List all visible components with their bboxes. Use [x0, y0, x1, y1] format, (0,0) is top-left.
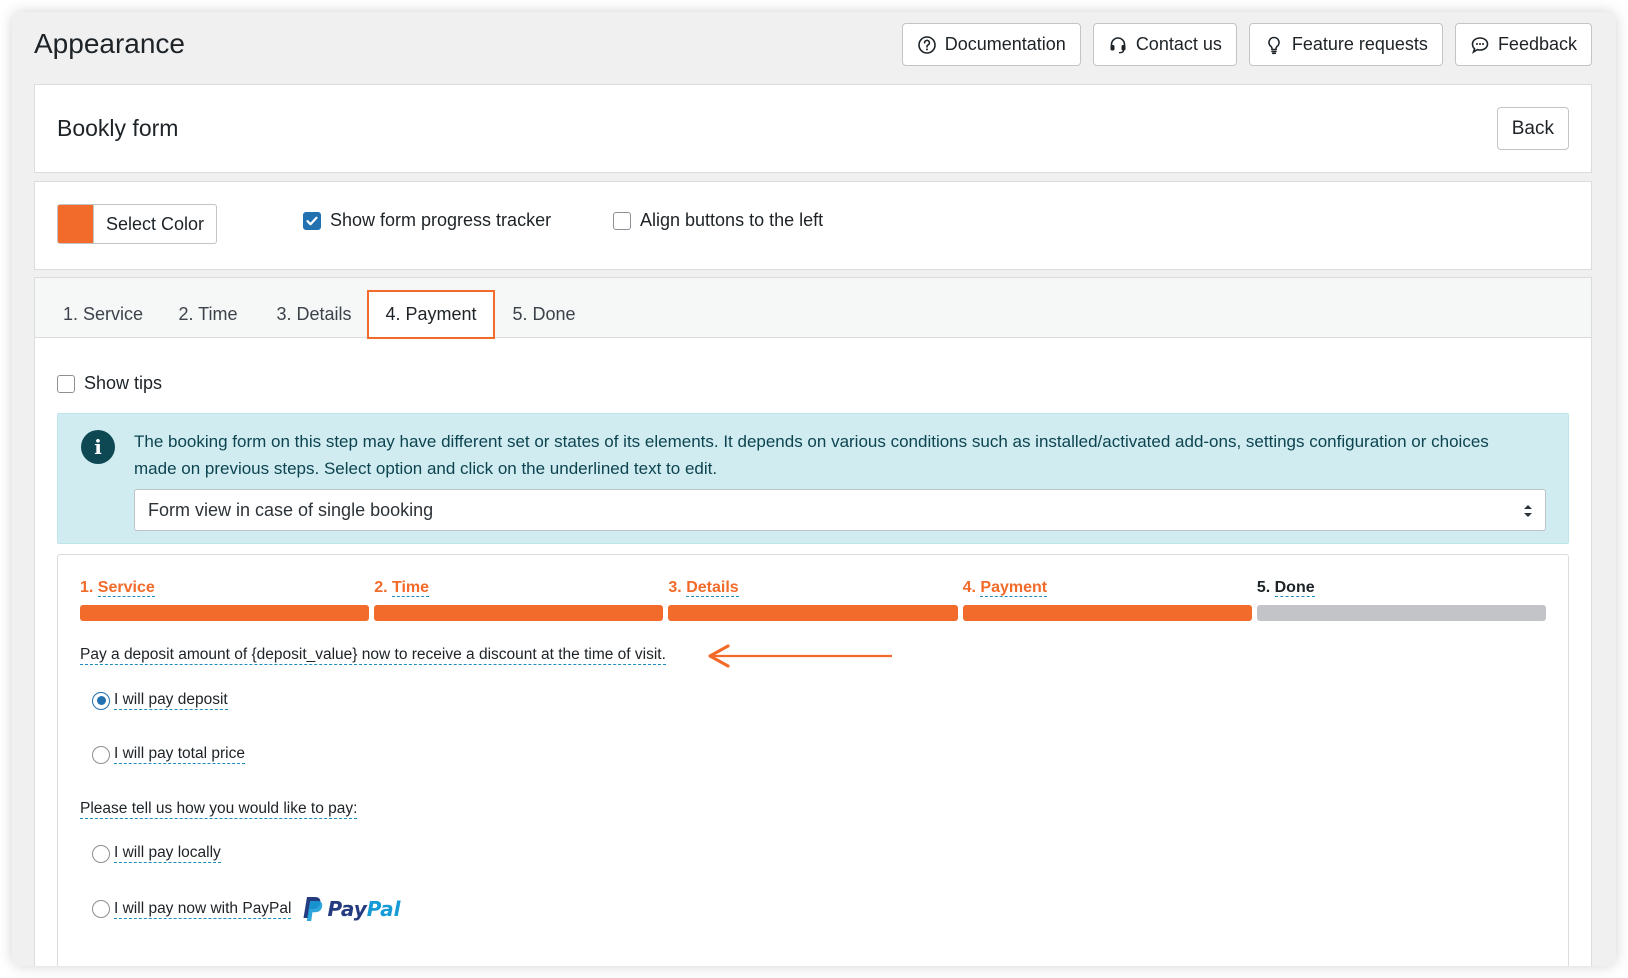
- progress-step-label: 3. Details: [668, 579, 957, 601]
- progress-step-text[interactable]: Service: [97, 579, 155, 597]
- form-title: Bookly form: [57, 115, 179, 141]
- app-window: Appearance Documentation Contact us Feat…: [12, 12, 1616, 966]
- progress-tracker: 1. Service 2. Time 3. Details 4. Payment…: [80, 579, 1547, 621]
- paypal-icon: [303, 897, 323, 921]
- progress-step-number: 1.: [80, 579, 94, 596]
- feedback-label: Feedback: [1497, 34, 1577, 54]
- documentation-button[interactable]: Documentation: [901, 23, 1081, 66]
- align-buttons-left-checkbox[interactable]: [613, 211, 631, 230]
- progress-step-service[interactable]: 1. Service: [80, 579, 370, 621]
- pay-total-radio[interactable]: [92, 745, 110, 764]
- progress-step-label: 1. Service: [80, 579, 369, 601]
- feature-requests-label: Feature requests: [1291, 34, 1428, 54]
- lightbulb-icon: [1268, 36, 1280, 54]
- show-tips-checkbox[interactable]: [57, 374, 75, 393]
- info-alert: i The booking form on this step may have…: [57, 413, 1569, 544]
- paypal-logo-pal: Pal: [366, 897, 401, 921]
- pay-paypal-label[interactable]: I will pay now with PayPal: [114, 900, 292, 919]
- form-preview: 1. Service 2. Time 3. Details 4. Payment…: [57, 554, 1569, 966]
- pay-deposit-radio[interactable]: [92, 691, 110, 710]
- pay-deposit-option[interactable]: I will pay deposit: [92, 691, 228, 710]
- show-tips-option[interactable]: Show tips: [57, 373, 162, 394]
- top-toolbar: Documentation Contact us Feature request…: [901, 23, 1592, 66]
- pay-locally-option[interactable]: I will pay locally: [92, 844, 221, 863]
- pay-total-option[interactable]: I will pay total price: [92, 745, 245, 764]
- progress-step-time[interactable]: 2. Time: [374, 579, 664, 621]
- deposit-info-text[interactable]: Pay a deposit amount of {deposit_value} …: [80, 646, 666, 665]
- info-icon: i: [81, 430, 115, 464]
- progress-step-bar: [962, 605, 1252, 621]
- how-to-pay-text[interactable]: Please tell us how you would like to pay…: [80, 800, 358, 819]
- progress-step-done[interactable]: 5. Done: [1256, 579, 1547, 621]
- show-progress-tracker-checkbox[interactable]: [303, 211, 321, 230]
- align-buttons-left-label: Align buttons to the left: [640, 210, 824, 230]
- show-tips-label: Show tips: [84, 373, 163, 393]
- progress-step-bar: [1256, 605, 1547, 621]
- tab-details[interactable]: 3. Details: [261, 290, 367, 338]
- form-editor-card: 1. Service 2. Time 3. Details 4. Payment…: [34, 277, 1592, 966]
- tab-service[interactable]: 1. Service: [49, 290, 157, 338]
- form-view-select-value: Form view in case of single booking: [148, 499, 434, 520]
- step-tabs: 1. Service 2. Time 3. Details 4. Payment…: [35, 278, 1591, 339]
- contact-us-label: Contact us: [1135, 34, 1222, 54]
- form-options-card: Select Color Show form progress tracker …: [34, 181, 1592, 270]
- progress-step-text[interactable]: Payment: [980, 579, 1048, 597]
- documentation-label: Documentation: [944, 34, 1066, 54]
- checkmark-icon: [306, 216, 318, 225]
- chat-bubble-icon: [1471, 36, 1489, 54]
- pay-locally-label[interactable]: I will pay locally: [114, 844, 221, 863]
- arrow-left-icon: [708, 644, 892, 668]
- pay-deposit-label[interactable]: I will pay deposit: [114, 691, 228, 710]
- paypal-logo-pay: Pay: [327, 897, 367, 921]
- tab-time[interactable]: 2. Time: [165, 290, 251, 338]
- progress-step-details[interactable]: 3. Details: [668, 579, 958, 621]
- headset-icon: [1110, 36, 1126, 53]
- progress-step-bar: [374, 605, 664, 621]
- contact-us-button[interactable]: Contact us: [1092, 23, 1237, 66]
- show-progress-tracker-label: Show form progress tracker: [330, 210, 552, 230]
- progress-step-label: 2. Time: [374, 579, 663, 601]
- back-button[interactable]: Back: [1496, 107, 1569, 150]
- select-arrows-icon: [1524, 505, 1532, 517]
- tab-done[interactable]: 5. Done: [501, 290, 587, 338]
- progress-step-bar: [80, 605, 370, 621]
- select-color-label: Select Color: [93, 205, 216, 243]
- page-title: Appearance: [34, 28, 186, 59]
- show-progress-tracker-option[interactable]: Show form progress tracker: [303, 210, 551, 231]
- progress-step-bar: [668, 605, 958, 621]
- form-header-card: Bookly form Back: [34, 84, 1592, 173]
- feature-requests-button[interactable]: Feature requests: [1248, 23, 1443, 66]
- progress-step-payment[interactable]: 4. Payment: [962, 579, 1252, 621]
- progress-step-number: 2.: [374, 579, 388, 596]
- pay-paypal-option[interactable]: I will pay now with PayPal Pay Pal: [92, 896, 401, 922]
- progress-step-number: 3.: [668, 579, 682, 596]
- feedback-button[interactable]: Feedback: [1454, 23, 1592, 66]
- progress-step-number: 4.: [962, 579, 976, 596]
- progress-step-text[interactable]: Done: [1274, 579, 1315, 597]
- form-view-select[interactable]: Form view in case of single booking: [134, 489, 1546, 531]
- align-buttons-left-option[interactable]: Align buttons to the left: [613, 210, 823, 231]
- progress-step-number: 5.: [1256, 579, 1271, 596]
- color-swatch: [58, 205, 93, 243]
- pay-locally-radio[interactable]: [92, 844, 110, 863]
- pay-paypal-radio[interactable]: [92, 900, 110, 918]
- question-circle-icon: [917, 35, 936, 54]
- info-text: The booking form on this step may have d…: [134, 432, 1489, 478]
- progress-step-label: 4. Payment: [963, 579, 1252, 601]
- progress-step-text[interactable]: Details: [686, 579, 739, 597]
- select-color-button[interactable]: Select Color: [57, 204, 217, 244]
- progress-step-label: 5. Done: [1257, 579, 1546, 601]
- tab-payment[interactable]: 4. Payment: [367, 290, 495, 339]
- pay-total-label[interactable]: I will pay total price: [114, 745, 245, 764]
- progress-step-text[interactable]: Time: [392, 579, 430, 597]
- paypal-logo: Pay Pal: [301, 896, 401, 922]
